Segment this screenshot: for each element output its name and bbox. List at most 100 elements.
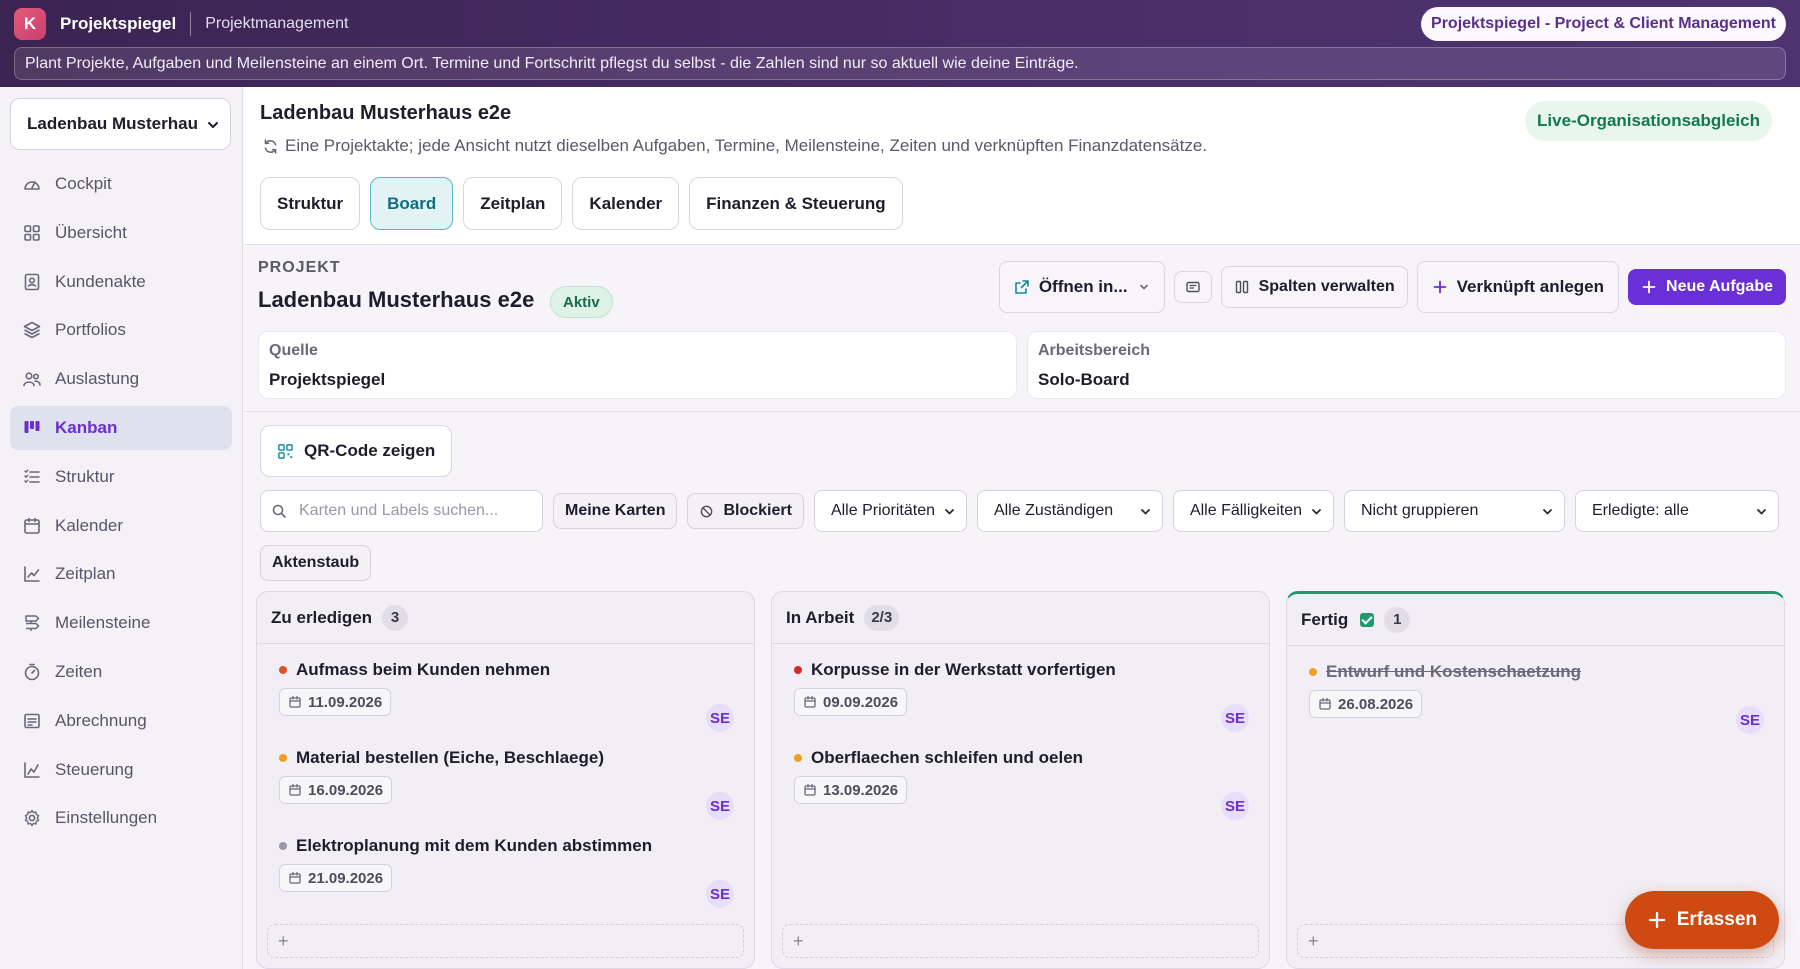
gear-icon [24,810,40,827]
assignee-avatar[interactable]: SE [706,704,734,732]
sidebar-nav: Cockpit Übersicht Kundenakte Portfolios Ausl… [10,162,232,845]
due-select-value: Alle Fälligkeiten [1189,502,1302,519]
board-content: PROJEKT Ladenbau Musterhaus e2e Aktiv Öf… [244,245,1800,969]
sidebar-item-zeitplan[interactable]: Zeitplan [10,552,232,596]
capture-fab-button[interactable]: Erfassen [1624,891,1779,949]
add-card-button[interactable]: + [782,924,1259,958]
linked-create-button[interactable]: Verknüpft anlegen [1416,261,1620,313]
sidebar-item-cockpit[interactable]: Cockpit [10,162,232,206]
column-header: Fertig 1 [1287,594,1784,646]
add-card-button[interactable]: + [267,924,744,958]
meta-value: Solo-Board [1038,370,1130,389]
kanban-board: Zu erledigen 3 Aufmass beim Kunden nehmen 1… [256,591,1787,969]
sidebar-item-uebersicht[interactable]: Übersicht [10,211,232,255]
tab-finanzen-steuerung[interactable]: Finanzen & Steuerung [689,177,903,230]
assignee-select[interactable]: Alle Zuständigen [976,490,1163,532]
assignee-avatar[interactable]: SE [706,792,734,820]
assignee-avatar[interactable]: SE [1736,706,1764,734]
qr-code-button[interactable]: QR-Code zeigen [260,425,453,477]
search-input[interactable] [299,502,529,520]
chevron-down-icon [1141,508,1150,514]
sidebar-item-einstellungen[interactable]: Einstellungen [10,796,232,840]
card-view-button[interactable] [1173,271,1212,303]
assignee-avatar[interactable]: SE [1221,792,1249,820]
sidebar-item-meilensteine[interactable]: Meilensteine [10,601,232,645]
column-header: In Arbeit 2/3 [772,592,1269,644]
calendar-icon [804,783,816,796]
sidebar-item-struktur[interactable]: Struktur [10,455,232,499]
sidebar-item-label: Kanban [55,417,118,437]
live-sync-badge: Live-Organisationsabgleich [1525,101,1772,141]
card-title: Korpusse in der Werkstatt vorfertigen [811,660,1116,679]
capture-fab-label: Erfassen [1676,909,1757,930]
task-card[interactable]: Elektroplanung mit dem Kunden abstimmen 2… [257,832,754,920]
app-name[interactable]: Projektspiegel [60,14,176,34]
tab-zeitplan[interactable]: Zeitplan [463,177,563,230]
project-meta: Quelle Projektspiegel Arbeitsbereich Solo-B… [258,331,1786,399]
meta-label: Quelle [269,342,318,359]
tab-struktur[interactable]: Struktur [260,177,361,230]
sidebar-item-kanban[interactable]: Kanban [10,405,232,450]
due-date-text: 16.09.2026 [308,781,384,799]
status-badge: Aktiv [550,286,613,318]
blocked-icon [701,505,713,517]
filter-bar: Meine Karten Blockiert Alle Prioritäten … [260,490,1787,532]
task-card[interactable]: Oberflaechen schleifen und oelen 13.09.20… [772,744,1269,832]
card-title: Elektroplanung mit dem Kunden abstimmen [296,836,653,855]
sidebar-item-auslastung[interactable]: Auslastung [10,357,232,401]
column-title: Fertig [1301,609,1349,629]
tab-kalender[interactable]: Kalender [572,177,680,230]
sidebar-item-portfolios[interactable]: Portfolios [10,308,232,352]
sidebar-item-label: Meilensteine [55,613,151,633]
sidebar-item-abrechnung[interactable]: Abrechnung [10,699,232,743]
chevron-down-icon [1543,508,1552,514]
task-card[interactable]: Entwurf und Kostenschaetzung 26.08.2026 SE [1287,658,1784,746]
due-date-badge: 09.09.2026 [794,688,908,716]
tab-board[interactable]: Board [370,177,454,230]
priority-dot-icon [794,666,802,674]
checkbox-done-icon [1360,612,1375,627]
due-date-badge: 21.09.2026 [279,864,393,892]
card-icon [1185,281,1200,293]
my-cards-chip[interactable]: Meine Karten [553,493,678,529]
meta-card-quelle: Quelle Projektspiegel [258,331,1017,399]
sidebar-item-label: Kundenakte [55,271,146,291]
project-header: Ladenbau Musterhaus e2e Eine Projektakte… [244,87,1800,245]
aktenstaub-chip[interactable]: Aktenstaub [260,545,372,581]
plus-icon [1642,280,1656,294]
assignee-avatar[interactable]: SE [1221,704,1249,732]
group-select[interactable]: Nicht gruppieren [1343,490,1565,532]
column-cards: Aufmass beim Kunden nehmen 11.09.2026 SE Ma… [257,644,754,920]
search-box [260,490,543,532]
card-title-row: Material bestellen (Eiche, Beschlaege) [279,748,734,768]
column-title: In Arbeit [786,607,855,627]
plus-icon [1648,911,1665,929]
manage-columns-button[interactable]: Spalten verwalten [1220,266,1408,308]
search-icon [272,504,286,518]
sidebar-item-steuerung[interactable]: Steuerung [10,748,232,792]
milestone-icon [25,615,40,632]
new-task-button[interactable]: Neue Aufgabe [1628,269,1786,305]
priority-select[interactable]: Alle Prioritäten [813,490,967,532]
assignee-avatar[interactable]: SE [706,880,734,908]
due-select[interactable]: Alle Fälligkeiten [1172,490,1334,532]
sidebar-item-kundenakte[interactable]: Kundenakte [10,260,232,304]
page-title: Ladenbau Musterhaus e2e [260,102,512,124]
sidebar-item-label: Einstellungen [55,808,158,828]
card-title-row: Entwurf und Kostenschaetzung [1309,662,1764,682]
list-tree-icon [24,469,40,483]
done-filter-select[interactable]: Erledigte: alle [1574,490,1779,532]
sidebar-item-kalender[interactable]: Kalender [10,504,232,548]
open-in-button[interactable]: Öffnen in... [998,261,1165,313]
task-card[interactable]: Aufmass beim Kunden nehmen 11.09.2026 SE [257,656,754,744]
organization-select[interactable]: Ladenbau Musterhau [10,98,231,150]
app-logo[interactable]: K [14,8,46,40]
top-bar: K Projektspiegel Projektmanagement Proje… [0,0,1800,87]
column-cards: Korpusse in der Werkstatt vorfertigen 09.… [772,644,1269,832]
task-card[interactable]: Material bestellen (Eiche, Beschlaege) 16… [257,744,754,832]
blocked-chip[interactable]: Blockiert [687,493,804,529]
sidebar-item-zeiten[interactable]: Zeiten [10,650,232,694]
priority-dot-icon [1309,668,1317,676]
board-toolbar: Öffnen in... Spalten verwalten Verknüpft… [990,261,1786,313]
task-card[interactable]: Korpusse in der Werkstatt vorfertigen 09.… [772,656,1269,744]
